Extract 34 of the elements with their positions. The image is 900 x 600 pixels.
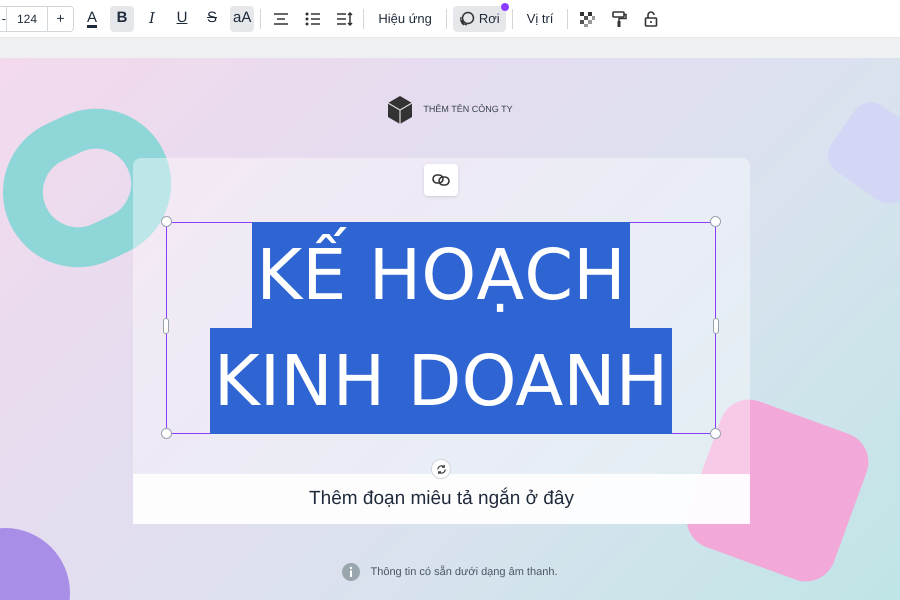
case-button[interactable]: aA — [230, 6, 254, 32]
strikethrough-button[interactable]: S — [200, 6, 224, 32]
info-icon — [342, 563, 360, 581]
bold-button[interactable]: B — [110, 6, 134, 32]
link-icon — [432, 174, 450, 186]
resize-handle[interactable] — [161, 216, 172, 227]
resize-handle[interactable] — [710, 428, 721, 439]
position-button[interactable]: Vị trí — [518, 6, 562, 32]
increase-button[interactable]: + — [48, 6, 74, 32]
align-center-icon[interactable] — [272, 10, 289, 26]
italic-button[interactable]: I — [140, 6, 164, 32]
resize-handle[interactable] — [710, 216, 721, 227]
subtitle-text: Thêm đoạn miêu tả ngắn ở đây — [309, 486, 574, 511]
lock-icon[interactable] — [643, 10, 660, 26]
resize-handle[interactable] — [713, 318, 719, 334]
resize-handle[interactable] — [161, 428, 172, 439]
decrease-button[interactable]: - — [0, 6, 6, 32]
font-size-field[interactable]: 124 — [6, 6, 48, 32]
transparency-icon[interactable] — [579, 10, 596, 26]
effects-button[interactable]: Hiệu ứng — [370, 6, 440, 32]
company-name: THÊM TÊN CÔNG TY — [423, 103, 513, 116]
line-spacing-icon[interactable] — [336, 10, 353, 26]
link-button[interactable] — [424, 164, 458, 196]
bullet-list-icon[interactable] — [304, 10, 321, 26]
info-text: Thông tin có sẵn dưới dạng âm thanh. — [370, 564, 558, 580]
animation-icon — [458, 10, 475, 26]
underline-button[interactable]: U — [170, 6, 194, 32]
cube-icon — [387, 95, 414, 125]
rotate-handle[interactable] — [431, 459, 451, 479]
text-color-button[interactable]: A — [80, 6, 104, 32]
rotate-icon — [436, 464, 446, 474]
paint-roller-icon[interactable] — [611, 10, 628, 26]
resize-handle[interactable] — [163, 318, 169, 334]
animation-button[interactable]: Rơi — [452, 6, 506, 32]
